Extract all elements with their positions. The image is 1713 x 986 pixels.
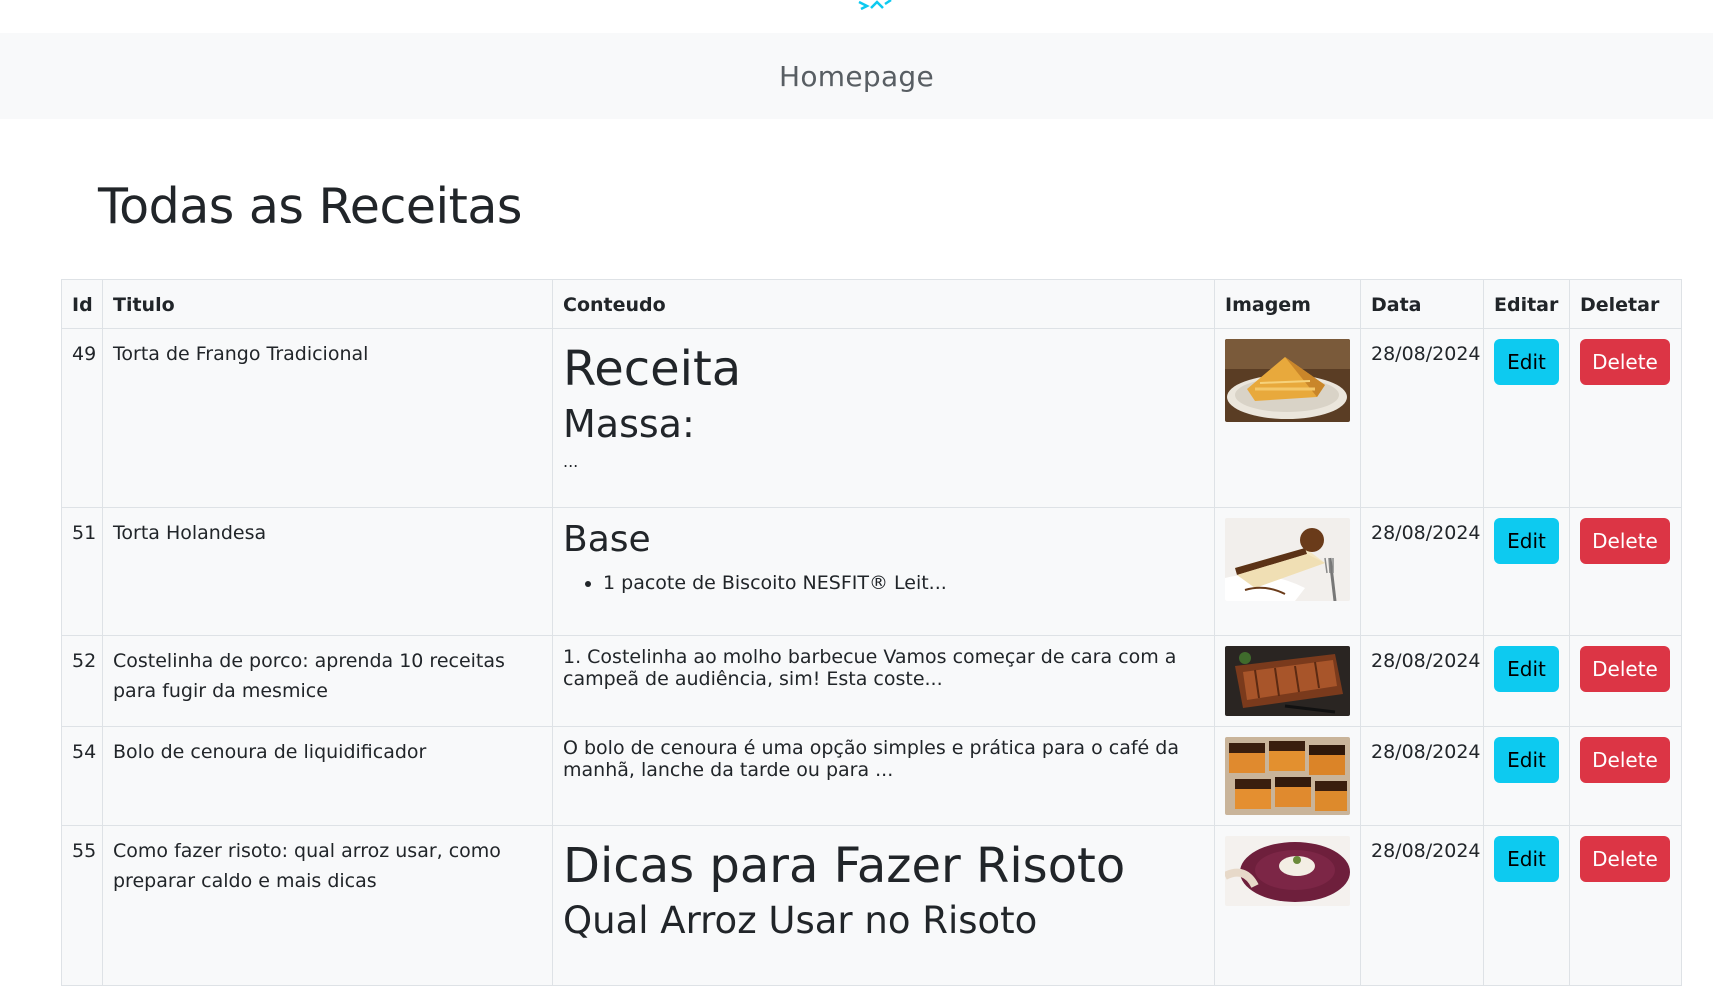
recipe-image-risoto bbox=[1225, 836, 1350, 906]
cell-title: Como fazer risoto: qual arroz usar, como… bbox=[102, 825, 553, 986]
cell-image bbox=[1214, 507, 1361, 636]
navbar: Homepage bbox=[0, 33, 1713, 119]
edit-button[interactable]: Edit bbox=[1494, 836, 1559, 882]
content-subheading: Massa: bbox=[563, 402, 695, 446]
edit-button[interactable]: Edit bbox=[1494, 646, 1559, 692]
cell-delete: Delete bbox=[1569, 726, 1682, 826]
content-text: ... bbox=[563, 452, 579, 471]
cell-date: 28/08/2024 bbox=[1360, 328, 1484, 508]
cell-delete: Delete bbox=[1569, 825, 1682, 986]
page-title: Todas as Receitas bbox=[98, 178, 522, 235]
cell-date: 28/08/2024 bbox=[1360, 825, 1484, 986]
cell-delete: Delete bbox=[1569, 635, 1682, 727]
content-heading: Receita bbox=[563, 341, 742, 397]
table-row: 51 Torta Holandesa Base 1 pacote de Bisc… bbox=[61, 507, 1682, 636]
cell-date: 28/08/2024 bbox=[1360, 507, 1484, 636]
content-subheading: Qual Arroz Usar no Risoto bbox=[563, 899, 1038, 942]
cell-id: 54 bbox=[61, 726, 103, 826]
cell-date: 28/08/2024 bbox=[1360, 635, 1484, 727]
cell-edit: Edit bbox=[1483, 726, 1570, 826]
edit-button[interactable]: Edit bbox=[1494, 737, 1559, 783]
header-id: Id bbox=[61, 279, 103, 329]
edit-button[interactable]: Edit bbox=[1494, 339, 1559, 385]
cell-edit: Edit bbox=[1483, 507, 1570, 636]
header-titulo: Titulo bbox=[102, 279, 553, 329]
cell-title: Torta Holandesa bbox=[102, 507, 553, 636]
cell-content: 1. Costelinha ao molho barbecue Vamos co… bbox=[552, 635, 1215, 727]
cell-edit: Edit bbox=[1483, 328, 1570, 508]
table-row: 49 Torta de Frango Tradicional Receita M… bbox=[61, 328, 1682, 508]
cell-edit: Edit bbox=[1483, 635, 1570, 727]
content-heading: Base bbox=[563, 519, 651, 560]
recipes-table: Id Titulo Conteudo Imagem Data Editar De… bbox=[61, 279, 1682, 986]
cell-content: Receita Massa: ... bbox=[552, 328, 1215, 508]
header-editar: Editar bbox=[1483, 279, 1570, 329]
cell-delete: Delete bbox=[1569, 328, 1682, 508]
recipe-image-torta-holandesa bbox=[1225, 518, 1350, 601]
delete-button[interactable]: Delete bbox=[1580, 518, 1670, 564]
delete-button[interactable]: Delete bbox=[1580, 646, 1670, 692]
cell-image bbox=[1214, 825, 1361, 986]
content-heading: Dicas para Fazer Risoto bbox=[563, 838, 1126, 894]
cell-id: 51 bbox=[61, 507, 103, 636]
table-row: 54 Bolo de cenoura de liquidificador O b… bbox=[61, 726, 1682, 826]
table-row: 52 Costelinha de porco: aprenda 10 recei… bbox=[61, 635, 1682, 727]
delete-button[interactable]: Delete bbox=[1580, 339, 1670, 385]
delete-button[interactable]: Delete bbox=[1580, 836, 1670, 882]
cell-id: 52 bbox=[61, 635, 103, 727]
table-header-row: Id Titulo Conteudo Imagem Data Editar De… bbox=[61, 279, 1682, 329]
cell-id: 49 bbox=[61, 328, 103, 508]
recipe-image-costelinha bbox=[1225, 646, 1350, 716]
header-deletar: Deletar bbox=[1569, 279, 1682, 329]
recipe-image-bolo-cenoura bbox=[1225, 737, 1350, 815]
cell-content: O bolo de cenoura é uma opção simples e … bbox=[552, 726, 1215, 826]
cell-delete: Delete bbox=[1569, 507, 1682, 636]
cell-content: Dicas para Fazer Risoto Qual Arroz Usar … bbox=[552, 825, 1215, 986]
cell-image bbox=[1214, 726, 1361, 826]
cell-image bbox=[1214, 328, 1361, 508]
header-data: Data bbox=[1360, 279, 1484, 329]
delete-button[interactable]: Delete bbox=[1580, 737, 1670, 783]
cell-date: 28/08/2024 bbox=[1360, 726, 1484, 826]
cell-edit: Edit bbox=[1483, 825, 1570, 986]
content-list: 1 pacote de Biscoito NESFIT® Leit... bbox=[563, 568, 1204, 598]
cell-id: 55 bbox=[61, 825, 103, 986]
content-list-item: 1 pacote de Biscoito NESFIT® Leit... bbox=[603, 568, 1204, 598]
recipe-image-torta-frango bbox=[1225, 339, 1350, 422]
top-bar bbox=[0, 0, 1713, 33]
edit-button[interactable]: Edit bbox=[1494, 518, 1559, 564]
homepage-link[interactable]: Homepage bbox=[779, 60, 934, 93]
header-imagem: Imagem bbox=[1214, 279, 1361, 329]
cell-title: Torta de Frango Tradicional bbox=[102, 328, 553, 508]
cell-content: Base 1 pacote de Biscoito NESFIT® Leit..… bbox=[552, 507, 1215, 636]
table-row: 55 Como fazer risoto: qual arroz usar, c… bbox=[61, 825, 1682, 986]
header-conteudo: Conteudo bbox=[552, 279, 1215, 329]
cell-title: Costelinha de porco: aprenda 10 receitas… bbox=[102, 635, 553, 727]
cell-title: Bolo de cenoura de liquidificador bbox=[102, 726, 553, 826]
logo-icon bbox=[858, 0, 892, 10]
cell-image bbox=[1214, 635, 1361, 727]
